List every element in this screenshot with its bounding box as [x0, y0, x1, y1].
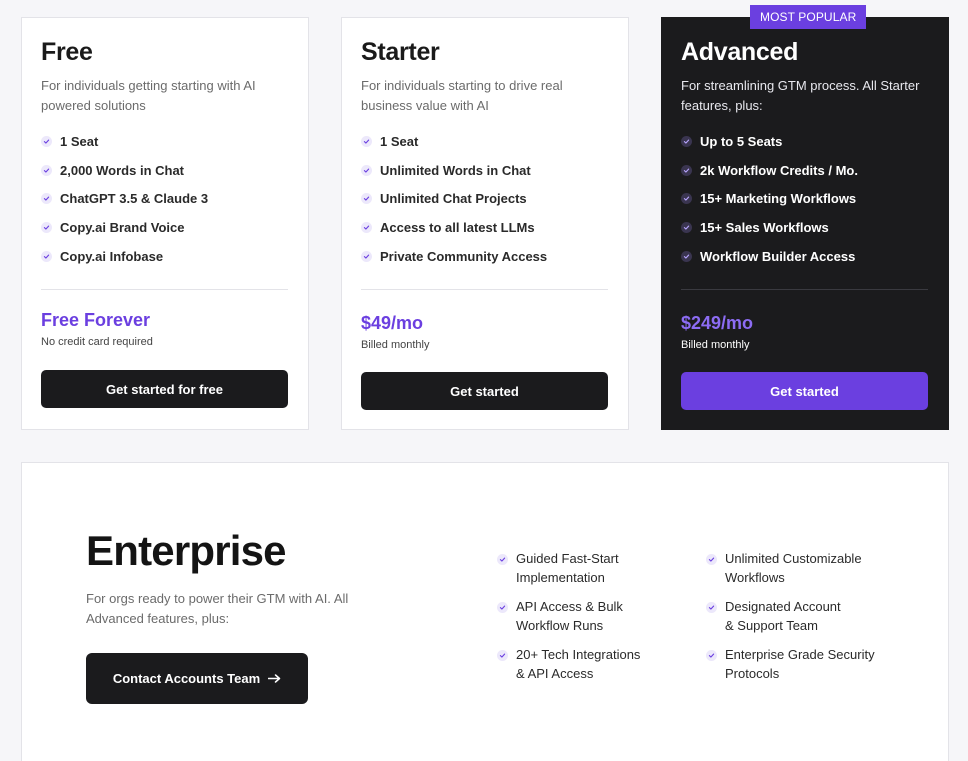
feature-item: Enterprise Grade Security Protocols	[706, 645, 875, 693]
feature-item: Up to 5 Seats	[681, 127, 928, 156]
feature-item: Guided Fast-Start Implementation	[497, 549, 640, 597]
feature-label: ChatGPT 3.5 & Claude 3	[60, 191, 209, 207]
check-icon	[497, 650, 508, 661]
check-icon	[497, 602, 508, 613]
feature-label: Access to all latest LLMs	[380, 220, 535, 236]
feature-item: Copy.ai Infobase	[41, 242, 288, 271]
feature-label: 15+ Sales Workflows	[700, 220, 829, 236]
plan-description: For individuals starting to drive real b…	[361, 78, 563, 113]
check-icon	[361, 164, 372, 176]
feature-label: Designated Account & Support Team	[725, 599, 841, 633]
plan-title: Starter	[361, 38, 440, 66]
price-note: Billed monthly	[681, 339, 750, 351]
plan-price: Free Forever	[41, 310, 151, 330]
arrow-right-icon	[267, 671, 281, 686]
feature-item: 15+ Marketing Workflows	[681, 185, 928, 214]
enterprise-card: Enterprise For orgs ready to power their…	[21, 462, 949, 761]
feature-item: Access to all latest LLMs	[361, 213, 608, 242]
plan-title: Free	[41, 38, 93, 66]
plan-description: For streamlining GTM process. All Starte…	[681, 78, 920, 113]
enterprise-feature-list: Guided Fast-Start Implementation API Acc…	[497, 549, 640, 693]
check-icon	[681, 251, 692, 263]
get-started-starter-button[interactable]: Get started	[361, 372, 608, 410]
check-icon	[41, 251, 52, 263]
feature-label: Unlimited Words in Chat	[380, 162, 531, 178]
check-icon	[41, 135, 52, 147]
check-icon	[41, 164, 52, 176]
most-popular-badge: MOST POPULAR	[750, 5, 867, 29]
feature-list: 1 Seat 2,000 Words in Chat ChatGPT 3.5 &…	[41, 127, 288, 271]
contact-accounts-team-button[interactable]: Contact Accounts Team	[86, 653, 308, 704]
plan-card-starter: Starter For individuals starting to driv…	[341, 17, 629, 430]
feature-label: Copy.ai Infobase	[60, 249, 164, 265]
check-icon	[706, 650, 717, 661]
divider	[41, 289, 288, 290]
feature-item: Copy.ai Brand Voice	[41, 213, 288, 242]
plan-description: For individuals getting starting with AI…	[41, 78, 256, 113]
check-icon	[681, 222, 692, 234]
plan-title: Advanced	[681, 38, 799, 66]
feature-item: Workflow Builder Access	[681, 242, 928, 271]
feature-label: 2,000 Words in Chat	[60, 162, 185, 178]
plan-card-advanced: MOST POPULAR Advanced For streamlining G…	[661, 5, 949, 430]
feature-label: Copy.ai Brand Voice	[60, 220, 185, 236]
price-note: No credit card required	[41, 336, 153, 348]
feature-label: 1 Seat	[60, 133, 99, 149]
feature-label: Up to 5 Seats	[700, 133, 783, 149]
feature-item: 1 Seat	[361, 127, 608, 156]
feature-label: Guided Fast-Start Implementation	[516, 551, 619, 585]
feature-item: API Access & Bulk Workflow Runs	[497, 597, 640, 645]
check-icon	[41, 222, 52, 234]
feature-item: 20+ Tech Integrations & API Access	[497, 645, 640, 693]
contact-button-label: Contact Accounts Team	[112, 671, 261, 686]
feature-item: 15+ Sales Workflows	[681, 213, 928, 242]
feature-item: ChatGPT 3.5 & Claude 3	[41, 185, 288, 214]
feature-label: 15+ Marketing Workflows	[700, 191, 857, 207]
get-started-advanced-button[interactable]: Get started	[681, 372, 928, 410]
check-icon	[361, 222, 372, 234]
enterprise-feature-list: Unlimited Customizable Workflows Designa…	[706, 549, 875, 693]
check-icon	[361, 251, 372, 263]
check-icon	[681, 135, 692, 147]
feature-label: Unlimited Customizable Workflows	[725, 551, 862, 585]
feature-label: 2k Workflow Credits / Mo.	[700, 162, 858, 178]
enterprise-description: For orgs ready to power their GTM with A…	[86, 591, 349, 626]
check-icon	[681, 193, 692, 205]
feature-label: Enterprise Grade Security Protocols	[725, 647, 875, 681]
feature-item: Unlimited Words in Chat	[361, 156, 608, 185]
feature-label: Private Community Access	[380, 249, 548, 265]
price-note: Billed monthly	[361, 339, 430, 351]
feature-item: Unlimited Chat Projects	[361, 185, 608, 214]
feature-item: 2,000 Words in Chat	[41, 156, 288, 185]
feature-label: API Access & Bulk Workflow Runs	[516, 599, 623, 633]
feature-item: Designated Account & Support Team	[706, 597, 875, 645]
feature-label: 20+ Tech Integrations & API Access	[516, 647, 641, 681]
plan-card-free: Free For individuals getting starting wi…	[21, 17, 309, 430]
feature-label: 1 Seat	[380, 133, 419, 149]
check-icon	[706, 602, 717, 613]
feature-list: Up to 5 Seats 2k Workflow Credits / Mo. …	[681, 127, 928, 271]
check-icon	[41, 193, 52, 205]
feature-item: 1 Seat	[41, 127, 288, 156]
get-started-free-button[interactable]: Get started for free	[41, 370, 288, 408]
feature-item: Private Community Access	[361, 242, 608, 271]
feature-label: Workflow Builder Access	[700, 249, 856, 265]
feature-label: Unlimited Chat Projects	[380, 191, 527, 207]
divider	[681, 289, 928, 290]
enterprise-title: Enterprise	[86, 527, 287, 574]
plan-price: $49/mo	[361, 313, 424, 333]
divider	[361, 289, 608, 290]
check-icon	[497, 554, 508, 565]
check-icon	[706, 554, 717, 565]
feature-item: 2k Workflow Credits / Mo.	[681, 156, 928, 185]
feature-item: Unlimited Customizable Workflows	[706, 549, 875, 597]
check-icon	[361, 135, 372, 147]
plan-price: $249/mo	[681, 313, 754, 333]
check-icon	[361, 193, 372, 205]
check-icon	[681, 164, 692, 176]
feature-list: 1 Seat Unlimited Words in Chat Unlimited…	[361, 127, 608, 271]
